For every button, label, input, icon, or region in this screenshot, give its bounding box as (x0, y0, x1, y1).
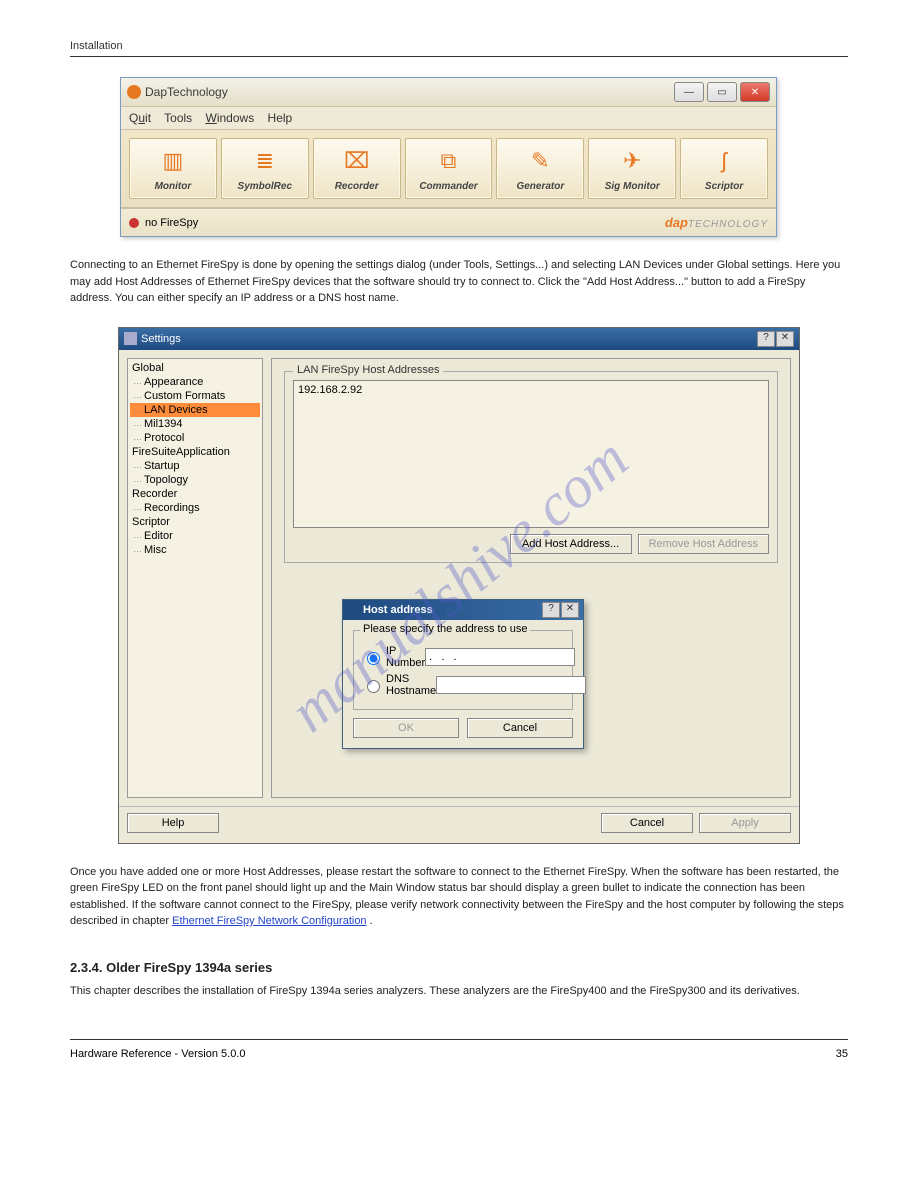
scriptor-icon: ʃ (705, 145, 743, 177)
header-left: Installation (70, 40, 123, 52)
tool-symbolrec[interactable]: ≣SymbolRec (221, 138, 309, 199)
dialog-icon (347, 604, 359, 616)
dialog-help-button[interactable]: ? (542, 602, 560, 618)
dialog-fieldset: Please specify the address to use IP Num… (353, 630, 573, 710)
tool-recorder[interactable]: ⌧Recorder (313, 138, 401, 199)
app-title: DapTechnology (145, 85, 228, 99)
footer-right: 35 (836, 1048, 848, 1060)
fieldset-legend: LAN FireSpy Host Addresses (293, 364, 443, 376)
tree-protocol[interactable]: Protocol (130, 431, 260, 445)
settings-cancel-btn[interactable]: Cancel (601, 813, 693, 833)
settings-window: Settings ? ✕ Global Appearance Custom Fo… (118, 327, 800, 844)
tree-startup[interactable]: Startup (130, 459, 260, 473)
settings-title-text: Settings (141, 333, 181, 345)
titlebar: DapTechnology — ▭ ✕ (121, 78, 776, 107)
generator-icon: ✎ (521, 145, 559, 177)
tool-commander[interactable]: ⧉Commander (405, 138, 493, 199)
dialog-cancel-button[interactable]: Cancel (467, 718, 573, 738)
link-network-config[interactable]: Ethernet FireSpy Network Configuration (172, 915, 366, 927)
menubar: Quit Tools Windows Help (121, 107, 776, 129)
page-footer: Hardware Reference - Version 5.0.0 35 (70, 1039, 848, 1060)
body-para-3: This chapter describes the installation … (70, 983, 848, 1000)
radio-dns[interactable] (367, 680, 380, 693)
settings-apply-btn: Apply (699, 813, 791, 833)
tree-firesuite[interactable]: FireSuiteApplication (130, 445, 260, 459)
tree-customformats[interactable]: Custom Formats (130, 389, 260, 403)
symbolrec-icon: ≣ (246, 145, 284, 177)
tool-sigmonitor[interactable]: ✈Sig Monitor (588, 138, 676, 199)
tool-generator[interactable]: ✎Generator (496, 138, 584, 199)
host-addresses-fieldset: LAN FireSpy Host Addresses 192.168.2.92 … (284, 371, 778, 563)
dialog-ok-button: OK (353, 718, 459, 738)
tree-recordings[interactable]: Recordings (130, 501, 260, 515)
ip-input[interactable] (425, 648, 575, 666)
settings-icon (124, 332, 137, 345)
status-dot-icon (129, 218, 139, 228)
body-para-1: Connecting to an Ethernet FireSpy is don… (70, 257, 848, 307)
dialog-legend: Please specify the address to use (360, 623, 530, 635)
tree-editor[interactable]: Editor (130, 529, 260, 543)
radio-ip[interactable] (367, 652, 380, 665)
section-heading: 2.3.4. Older FireSpy 1394a series (70, 960, 848, 975)
settings-footer: Help Cancel Apply (119, 806, 799, 843)
dialog-title: Host address (363, 604, 433, 616)
close-button[interactable]: ✕ (740, 82, 770, 102)
menu-tools[interactable]: Tools (164, 111, 192, 125)
tree-scriptor[interactable]: Scriptor (130, 515, 260, 529)
app-window: DapTechnology — ▭ ✕ Quit Tools Windows H… (120, 77, 777, 237)
tool-monitor[interactable]: ▥Monitor (129, 138, 217, 199)
settings-tree[interactable]: Global Appearance Custom Formats LAN Dev… (127, 358, 263, 798)
maximize-button[interactable]: ▭ (707, 82, 737, 102)
minimize-button[interactable]: — (674, 82, 704, 102)
tree-misc[interactable]: Misc (130, 543, 260, 557)
commander-icon: ⧉ (430, 145, 468, 177)
host-entry[interactable]: 192.168.2.92 (298, 384, 764, 396)
settings-help-btn[interactable]: Help (127, 813, 219, 833)
tree-topology[interactable]: Topology (130, 473, 260, 487)
settings-titlebar: Settings ? ✕ (119, 328, 799, 350)
host-address-dialog: Host address ? ✕ Please specify the addr… (342, 599, 584, 749)
add-host-button[interactable]: Add Host Address... (510, 534, 632, 554)
tree-global[interactable]: Global (130, 361, 260, 375)
monitor-icon: ▥ (154, 145, 192, 177)
settings-close-button[interactable]: ✕ (776, 331, 794, 347)
tool-scriptor[interactable]: ʃScriptor (680, 138, 768, 199)
menu-quit[interactable]: Quit (129, 111, 151, 125)
header-rule (70, 56, 848, 57)
settings-right-pane: LAN FireSpy Host Addresses 192.168.2.92 … (271, 358, 791, 798)
label-ip: IP Number (386, 645, 425, 669)
status-text: no FireSpy (145, 217, 198, 229)
host-list[interactable]: 192.168.2.92 (293, 380, 769, 528)
brand-logo: dapTECHNOLOGY (665, 215, 768, 230)
sigmonitor-icon: ✈ (613, 145, 651, 177)
dialog-close-button[interactable]: ✕ (561, 602, 579, 618)
tree-mil1394[interactable]: Mil1394 (130, 417, 260, 431)
menu-windows[interactable]: Windows (206, 111, 255, 125)
toolbar: ▥Monitor ≣SymbolRec ⌧Recorder ⧉Commander… (121, 129, 776, 208)
tree-landevices[interactable]: LAN Devices (130, 403, 260, 417)
label-dns: DNS Hostname (386, 673, 436, 697)
dns-input[interactable] (436, 676, 586, 694)
tree-appearance[interactable]: Appearance (130, 375, 260, 389)
settings-help-button[interactable]: ? (757, 331, 775, 347)
app-icon (127, 85, 141, 99)
footer-left: Hardware Reference - Version 5.0.0 (70, 1048, 245, 1060)
recorder-icon: ⌧ (338, 145, 376, 177)
statusbar: no FireSpy dapTECHNOLOGY (121, 208, 776, 236)
remove-host-button: Remove Host Address (638, 534, 769, 554)
menu-help[interactable]: Help (268, 111, 293, 125)
dialog-titlebar: Host address ? ✕ (343, 600, 583, 620)
body-para-2: Once you have added one or more Host Add… (70, 864, 848, 930)
tree-recorder[interactable]: Recorder (130, 487, 260, 501)
